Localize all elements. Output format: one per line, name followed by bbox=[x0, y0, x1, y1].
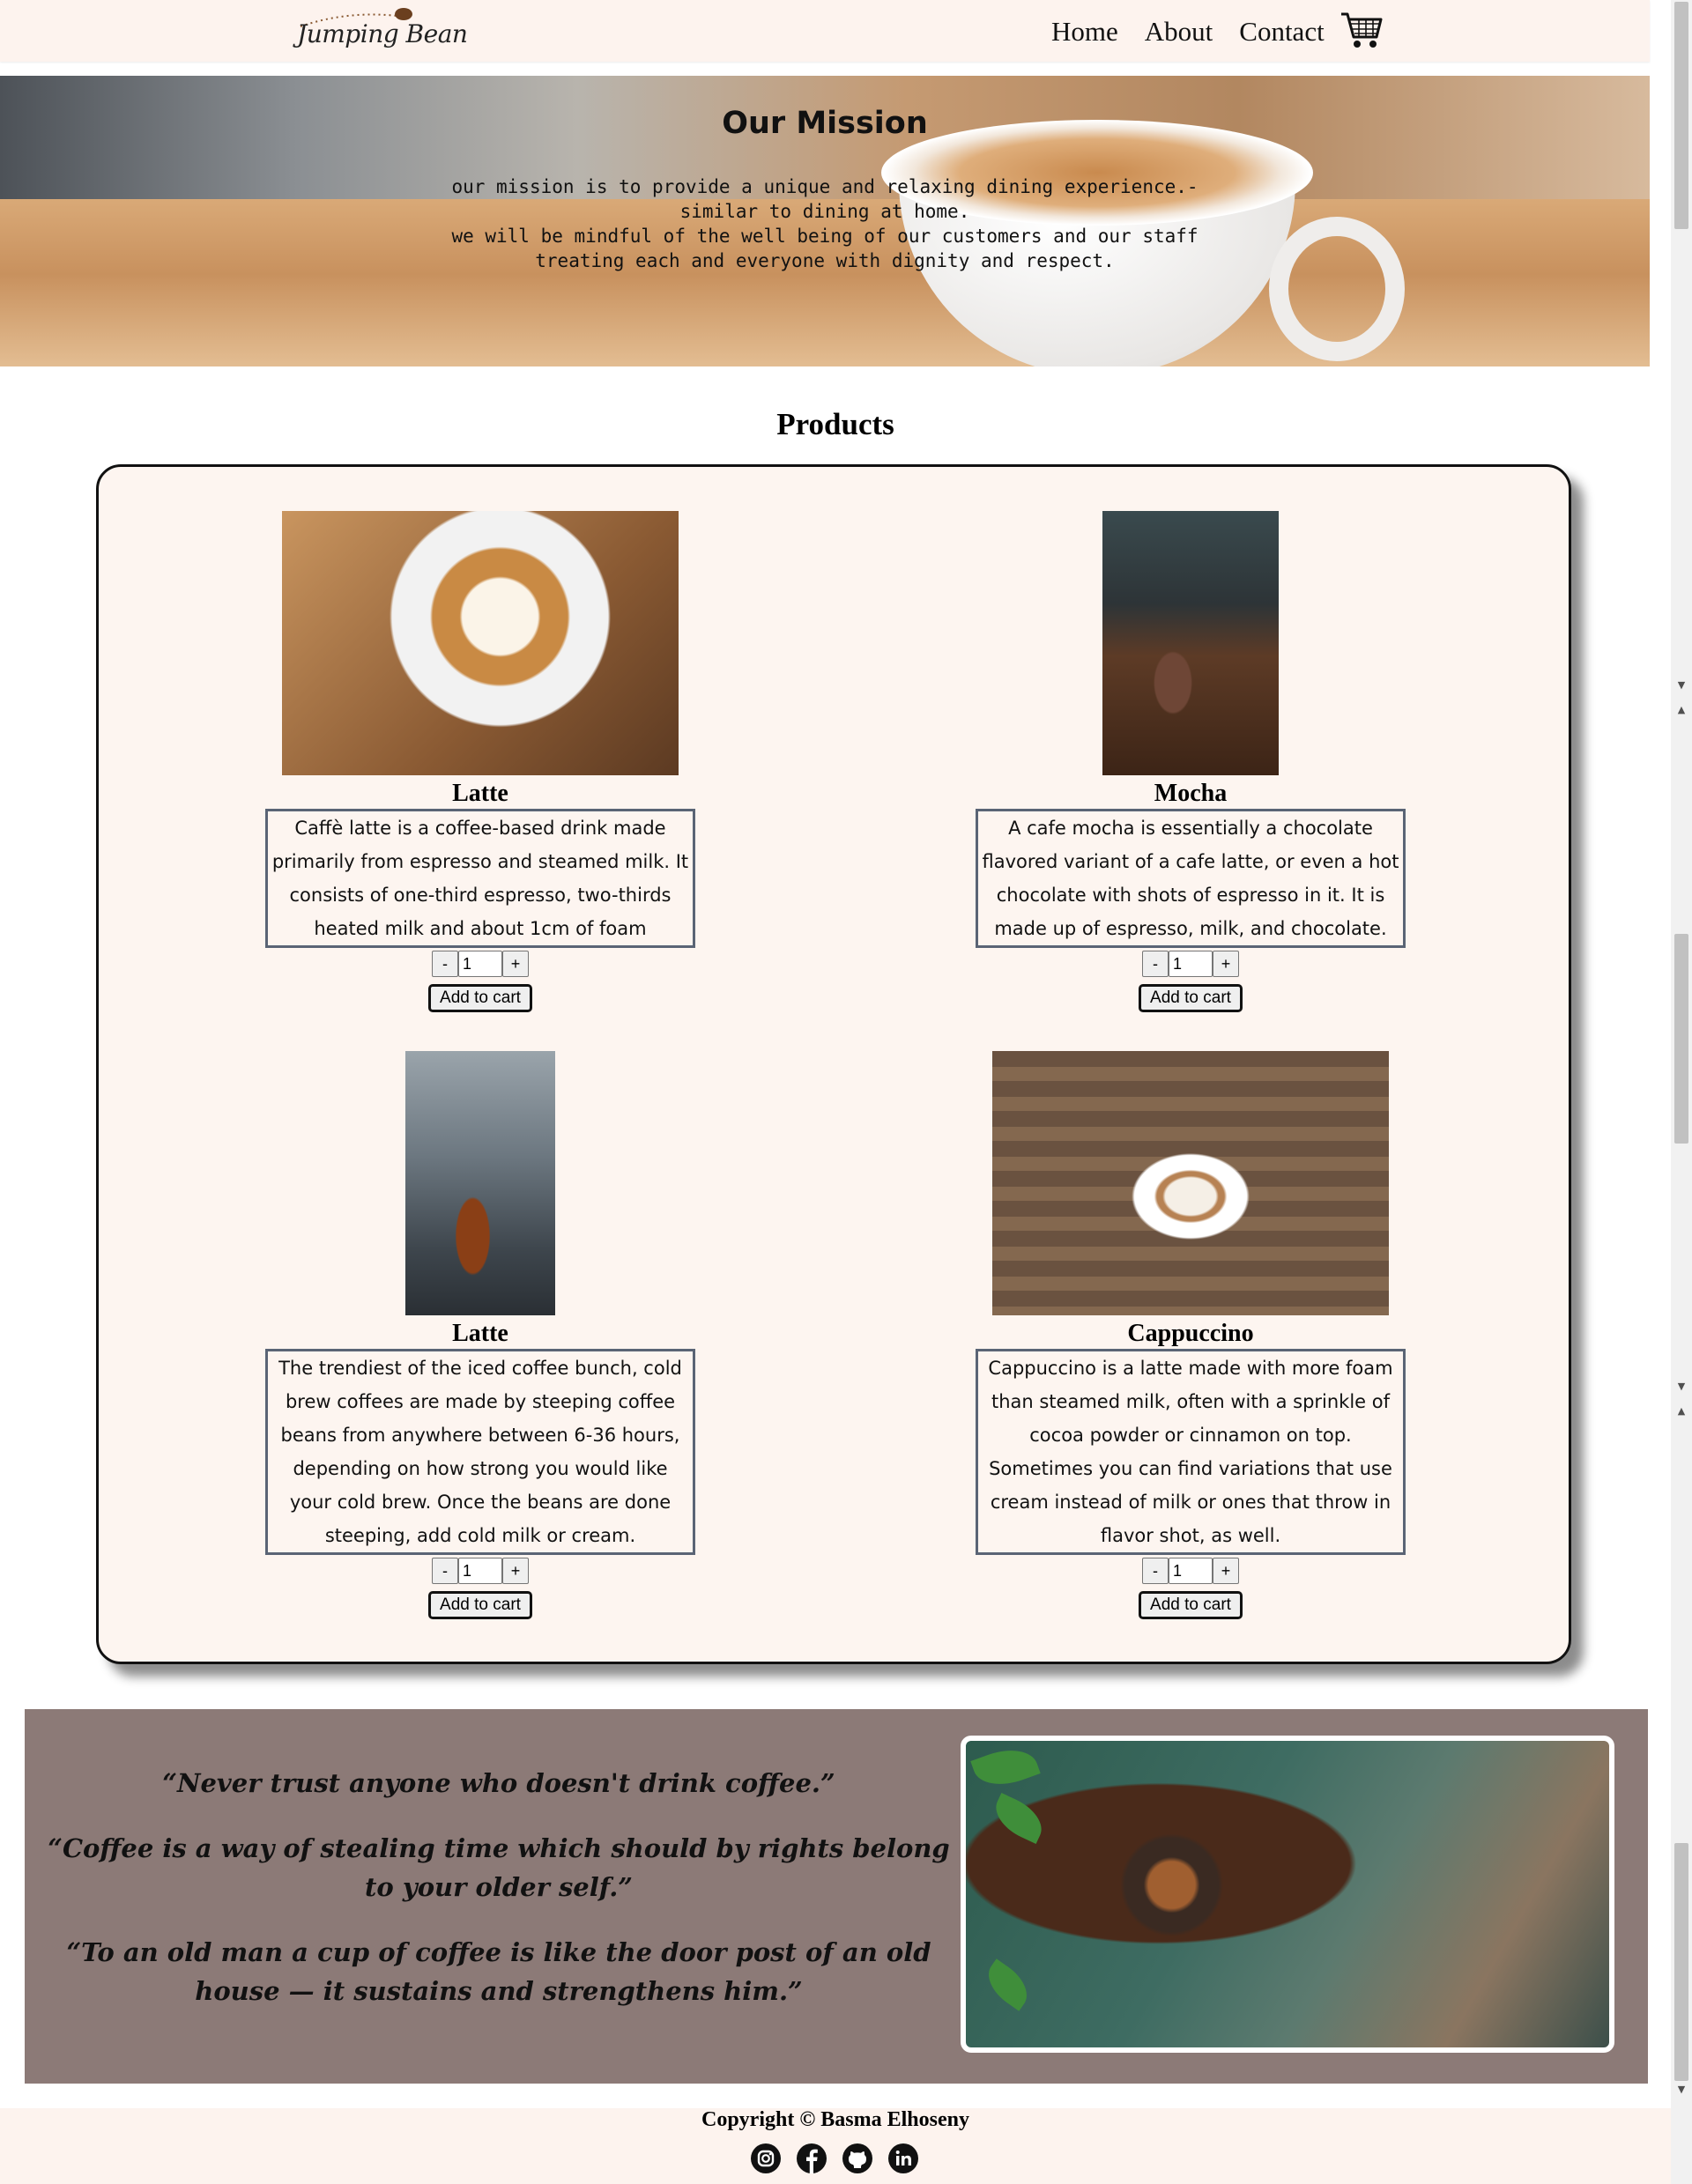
leaf-shape bbox=[970, 1741, 1041, 1795]
quantity-stepper: -+ bbox=[264, 951, 696, 979]
add-to-cart-button[interactable]: Add to cart bbox=[428, 984, 532, 1012]
decrease-button[interactable]: - bbox=[432, 951, 458, 977]
mission-section: Our Mission our mission is to provide a … bbox=[0, 76, 1650, 366]
mission-title: Our Mission bbox=[722, 106, 928, 141]
mission-line: we will be mindful of the well being of … bbox=[451, 226, 1198, 247]
github-icon[interactable] bbox=[842, 2143, 872, 2173]
facebook-icon[interactable] bbox=[797, 2143, 827, 2173]
quantity-stepper: -+ bbox=[975, 951, 1406, 979]
product-description: Cappuccino is a latte made with more foa… bbox=[976, 1349, 1406, 1555]
product-name: Cappuccino bbox=[1127, 1320, 1254, 1347]
quote: “Coffee is a way of stealing time which … bbox=[48, 1833, 950, 1902]
mission-line: treating each and everyone with dignity … bbox=[535, 250, 1115, 271]
nav-contact-link[interactable]: Contact bbox=[1239, 16, 1324, 48]
add-to-cart-button[interactable]: Add to cart bbox=[428, 1591, 532, 1619]
page-scrollbar[interactable]: ▼ ▲ ▼ ▲ ▼ bbox=[1671, 0, 1692, 2184]
quotes-section: “Never trust anyone who doesn't drink co… bbox=[25, 1709, 1648, 2084]
quote: “To an old man a cup of coffee is like t… bbox=[66, 1937, 931, 2006]
quote-list: “Never trust anyone who doesn't drink co… bbox=[41, 1764, 957, 2037]
logo[interactable]: Jumping Bean bbox=[293, 4, 468, 56]
quantity-stepper: -+ bbox=[264, 1558, 696, 1586]
decrease-button[interactable]: - bbox=[432, 1558, 458, 1584]
scroll-down-arrow-icon[interactable]: ▼ bbox=[1671, 2083, 1692, 2097]
product-name: Latte bbox=[452, 1320, 508, 1347]
quantity-input[interactable] bbox=[1169, 951, 1213, 977]
add-to-cart-button[interactable]: Add to cart bbox=[1139, 984, 1243, 1012]
products-card: Latte Caffè latte is a coffee-based drin… bbox=[96, 464, 1571, 1664]
scroll-up-arrow-icon[interactable]: ▲ bbox=[1671, 1404, 1692, 1418]
mission-text: our mission is to provide a unique and r… bbox=[0, 174, 1650, 273]
increase-button[interactable]: + bbox=[1213, 1558, 1239, 1584]
mission-line: similar to dining at home. bbox=[679, 201, 970, 222]
leaf-shape bbox=[988, 1793, 1050, 1844]
increase-button[interactable]: + bbox=[502, 951, 529, 977]
nav-about-link[interactable]: About bbox=[1145, 16, 1213, 48]
product-description: The trendiest of the iced coffee bunch, … bbox=[265, 1349, 695, 1555]
product-card-cappuccino: Cappuccino Cappuccino is a latte made wi… bbox=[975, 1051, 1406, 1619]
product-name: Mocha bbox=[1154, 780, 1228, 807]
product-card-latte: Latte Caffè latte is a coffee-based drin… bbox=[264, 511, 696, 1012]
latte-image bbox=[282, 511, 679, 775]
scrollbar-thumb[interactable] bbox=[1674, 2, 1688, 229]
product-description: Caffè latte is a coffee-based drink made… bbox=[265, 809, 695, 948]
product-card-mocha: Mocha A cafe mocha is essentially a choc… bbox=[975, 511, 1406, 1012]
scrollbar-thumb[interactable] bbox=[1674, 934, 1688, 1144]
quote: “Never trust anyone who doesn't drink co… bbox=[162, 1768, 835, 1798]
main-nav: Home About Contact bbox=[1051, 16, 1347, 48]
scroll-up-arrow-icon[interactable]: ▲ bbox=[1671, 703, 1692, 717]
increase-button[interactable]: + bbox=[1213, 951, 1239, 977]
product-card-cold-brew: Latte The trendiest of the iced coffee b… bbox=[264, 1051, 696, 1619]
quantity-input[interactable] bbox=[1169, 1558, 1213, 1584]
quantity-input[interactable] bbox=[458, 1558, 502, 1584]
cappuccino-image bbox=[992, 1051, 1389, 1315]
add-to-cart-button[interactable]: Add to cart bbox=[1139, 1591, 1243, 1619]
mission-line: our mission is to provide a unique and r… bbox=[451, 176, 1198, 197]
decrease-button[interactable]: - bbox=[1142, 951, 1169, 977]
products-title: Products bbox=[776, 407, 894, 441]
logo-text: Jumping Bean bbox=[297, 19, 468, 48]
shopping-cart-icon[interactable] bbox=[1340, 9, 1384, 51]
scrollbar-thumb[interactable] bbox=[1674, 1843, 1688, 2081]
social-links bbox=[751, 2143, 934, 2175]
quantity-stepper: -+ bbox=[975, 1558, 1406, 1586]
instagram-icon[interactable] bbox=[751, 2143, 781, 2173]
scroll-down-arrow-icon[interactable]: ▼ bbox=[1671, 678, 1692, 692]
decrease-button[interactable]: - bbox=[1142, 1558, 1169, 1584]
mocha-image bbox=[1102, 511, 1279, 775]
copyright-text: Copyright © Basma Elhoseny bbox=[701, 2108, 969, 2131]
scroll-down-arrow-icon[interactable]: ▼ bbox=[1671, 1380, 1692, 1394]
coffee-beans-image bbox=[961, 1736, 1614, 2053]
site-footer: Copyright © Basma Elhoseny bbox=[0, 2108, 1671, 2184]
nav-home-link[interactable]: Home bbox=[1051, 16, 1118, 48]
cold-brew-image bbox=[405, 1051, 555, 1315]
linkedin-icon[interactable] bbox=[888, 2143, 918, 2173]
product-name: Latte bbox=[452, 780, 508, 807]
product-description: A cafe mocha is essentially a chocolate … bbox=[976, 809, 1406, 948]
quantity-input[interactable] bbox=[458, 951, 502, 977]
site-header: Jumping Bean Home About Contact bbox=[0, 0, 1650, 62]
leaf-shape bbox=[979, 1958, 1036, 2011]
increase-button[interactable]: + bbox=[502, 1558, 529, 1584]
